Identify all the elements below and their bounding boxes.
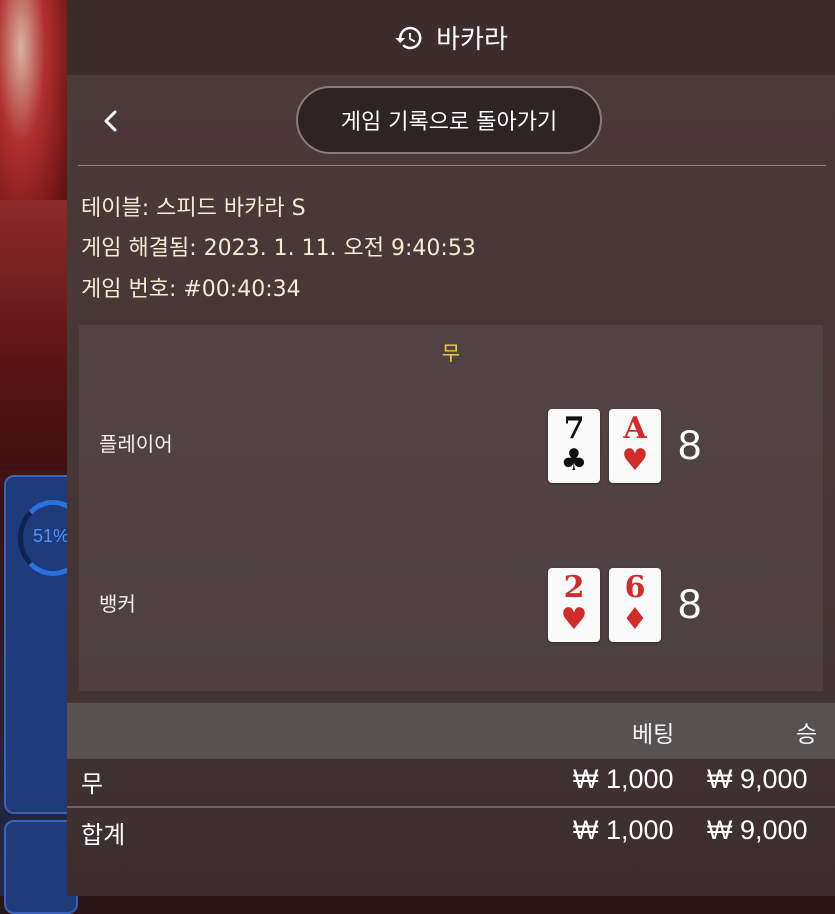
win-percent: 51% — [33, 526, 70, 546]
back-to-history-button[interactable]: 게임 기록으로 돌아가기 — [296, 86, 602, 154]
game-number-label: 게임 번호: — [81, 277, 177, 302]
table-row-total: 합계 ₩ 1,000 ₩ 9,000 — [67, 815, 835, 861]
back-to-history-label: 게임 기록으로 돌아가기 — [340, 110, 558, 135]
player-card-1: 7 ♣ — [548, 409, 600, 483]
bet-amount: ₩ 1,000 — [573, 764, 674, 794]
banker-card-2: 6 ♦ — [609, 568, 661, 642]
banker-card-1: 2 ♥ — [548, 568, 600, 642]
round-result: 무 플레이어 7 ♣ A ♥ 8 뱅커 2 ♥ 6 ♦ 8 — [79, 325, 823, 691]
total-label: 합계 — [81, 821, 126, 849]
total-bet-amount: ₩ 1,000 — [573, 815, 674, 845]
diamond-icon: ♦ — [621, 602, 649, 637]
card-rank: 2 — [563, 570, 585, 605]
win-amount: ₩ 9,000 — [707, 764, 808, 794]
bet-type-label: 무 — [81, 770, 104, 798]
table-info-value: 스피드 바카라 S — [156, 196, 306, 221]
bets-table-header: 베팅 승 — [67, 703, 835, 759]
table-info-label: 테이블: — [81, 196, 150, 221]
player-label: 플레이어 — [99, 432, 173, 456]
table-video — [0, 200, 70, 470]
header: 바카라 — [67, 0, 835, 75]
banker-label: 뱅커 — [99, 592, 136, 616]
game-number-info: 게임 번호: #00:40:34 — [81, 271, 301, 303]
card-rank: 7 — [563, 411, 585, 446]
player-card-2: A ♥ — [609, 409, 661, 483]
bet-column-header: 베팅 — [632, 722, 675, 748]
resolved-info: 게임 해결됨: 2023. 1. 11. 오전 9:40:53 — [81, 230, 476, 262]
table-row: 무 ₩ 1,000 ₩ 9,000 — [67, 764, 835, 810]
club-icon: ♣ — [560, 443, 588, 478]
banker-score: 8 — [678, 580, 702, 627]
card-rank: A — [623, 411, 647, 446]
resolved-info-value: 2023. 1. 11. 오전 9:40:53 — [203, 236, 476, 261]
back-chevron-icon[interactable] — [97, 106, 125, 136]
outcome-label: 무 — [441, 341, 461, 365]
table-info: 테이블: 스피드 바카라 S — [81, 190, 306, 222]
resolved-info-label: 게임 해결됨: — [81, 236, 197, 261]
divider — [78, 165, 826, 166]
card-rank: 6 — [624, 570, 646, 605]
divider — [67, 806, 835, 808]
win-column-header: 승 — [796, 722, 818, 748]
heart-icon: ♥ — [621, 443, 649, 478]
game-number-value: #00:40:34 — [183, 277, 301, 302]
total-win-amount: ₩ 9,000 — [707, 815, 808, 845]
history-icon — [395, 26, 422, 49]
page-title: 바카라 — [436, 25, 508, 55]
heart-icon: ♥ — [560, 602, 588, 637]
game-history-panel: 바카라 게임 기록으로 돌아가기 테이블: 스피드 바카라 S 게임 해결됨: … — [67, 0, 835, 896]
player-score: 8 — [678, 421, 702, 468]
